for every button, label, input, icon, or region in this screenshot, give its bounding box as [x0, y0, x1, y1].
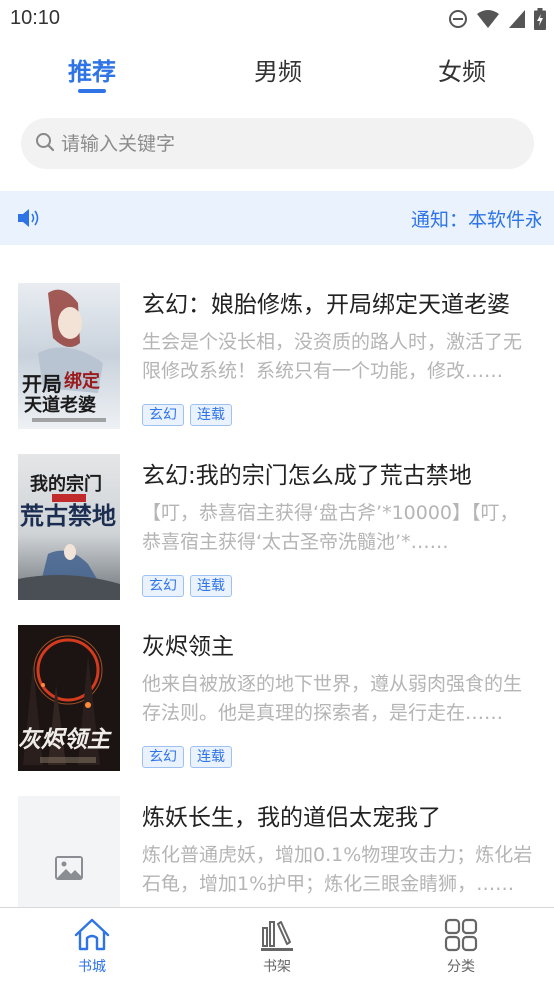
- book-cover: 灰烬领主: [18, 625, 120, 771]
- nav-label: 书架: [263, 959, 291, 975]
- svg-text:绑定: 绑定: [64, 370, 100, 392]
- book-title: 灰烬领主: [142, 634, 234, 660]
- genre-tag: 玄幻: [142, 746, 184, 768]
- home-icon: [52, 918, 132, 952]
- status-icons: [448, 8, 546, 30]
- category-tabs: 推荐 男频 女频: [0, 44, 554, 96]
- book-description: 生会是个没长相，没资质的路人时，激活了无限修改系统！系统只有一个功能，修改……: [142, 331, 523, 382]
- signal-icon: [508, 9, 526, 29]
- svg-text:开局: 开局: [22, 372, 62, 396]
- status-time: 10:10: [10, 7, 61, 29]
- book-title: 玄幻:我的宗门怎么成了荒古禁地: [142, 463, 472, 489]
- notice-banner[interactable]: 通知：本软件永: [0, 191, 554, 245]
- nav-category[interactable]: 分类: [421, 918, 501, 976]
- bookshelf-icon: [237, 918, 317, 952]
- active-tab-indicator: [78, 89, 106, 93]
- book-description: 他来自被放逐的地下世界，遵从弱肉强食的生存法则。他是真理的探索者，是行走在……: [142, 673, 523, 724]
- nav-bookstore[interactable]: 书城: [52, 918, 132, 976]
- notice-text: 通知：本软件永: [411, 209, 541, 231]
- book-title: 炼妖长生，我的道侣太宠我了: [142, 805, 441, 831]
- book-cover: 开局 绑定 天道老婆: [18, 283, 120, 429]
- status-tag: 连载: [190, 575, 232, 597]
- book-tags: 玄幻 连载: [142, 404, 232, 426]
- book-list: 开局 绑定 天道老婆 玄幻：娘胎修炼，开局绑定天道老婆 生会是个没长相，没资质的…: [0, 280, 554, 907]
- speaker-icon: [17, 208, 43, 232]
- nav-label: 分类: [447, 959, 475, 975]
- book-tags: 玄幻 连载: [142, 746, 232, 768]
- book-cover: 我的宗门 荒古禁地: [18, 454, 120, 600]
- book-item[interactable]: 开局 绑定 天道老婆 玄幻：娘胎修炼，开局绑定天道老婆 生会是个没长相，没资质的…: [0, 280, 554, 430]
- book-title: 玄幻：娘胎修炼，开局绑定天道老婆: [142, 292, 510, 318]
- book-item[interactable]: 我的宗门 荒古禁地 玄幻:我的宗门怎么成了荒古禁地 【叮，恭喜宿主获得‘盘古斧’…: [0, 451, 554, 601]
- nav-bookshelf[interactable]: 书架: [237, 918, 317, 976]
- battery-charging-icon: [534, 8, 546, 30]
- status-tag: 连载: [190, 746, 232, 768]
- book-item[interactable]: 炼妖长生，我的道侣太宠我了 炼化普通虎妖，增加0.1%物理攻击力；炼化岩石龟，增…: [0, 793, 554, 907]
- bottom-nav: 书城 书架 分类: [0, 907, 554, 985]
- image-placeholder-icon: [54, 855, 84, 881]
- book-description: 炼化普通虎妖，增加0.1%物理攻击力；炼化岩石龟，增加1%护甲；炼化三眼金睛狮，…: [142, 844, 533, 895]
- wifi-icon: [476, 9, 500, 29]
- genre-tag: 玄幻: [142, 575, 184, 597]
- svg-text:灰烬领主: 灰烬领主: [18, 726, 112, 753]
- search-icon: [35, 132, 55, 156]
- svg-text:荒古禁地: 荒古禁地: [20, 501, 116, 530]
- svg-text:我的宗门: 我的宗门: [30, 473, 102, 495]
- status-tag: 连载: [190, 404, 232, 426]
- search-bar[interactable]: [21, 118, 534, 169]
- status-bar: 10:10: [0, 0, 554, 38]
- svg-text:天道老婆: 天道老婆: [24, 394, 96, 416]
- book-item[interactable]: 灰烬领主 灰烬领主 他来自被放逐的地下世界，遵从弱肉强食的生存法则。他是真理的探…: [0, 622, 554, 772]
- genre-tag: 玄幻: [142, 404, 184, 426]
- book-cover-placeholder: [18, 796, 120, 907]
- book-description: 【叮，恭喜宿主获得‘盘古斧’*10000】【叮，恭喜宿主获得‘太古圣帝洗髓池’*…: [142, 502, 519, 553]
- category-grid-icon: [421, 918, 501, 952]
- nav-label: 书城: [78, 959, 106, 975]
- tab-male[interactable]: 男频: [254, 52, 302, 87]
- tab-recommend[interactable]: 推荐: [68, 52, 116, 87]
- tab-female[interactable]: 女频: [438, 52, 486, 87]
- do-not-disturb-icon: [448, 9, 468, 29]
- book-tags: 玄幻 连载: [142, 575, 232, 597]
- search-input[interactable]: [61, 132, 481, 155]
